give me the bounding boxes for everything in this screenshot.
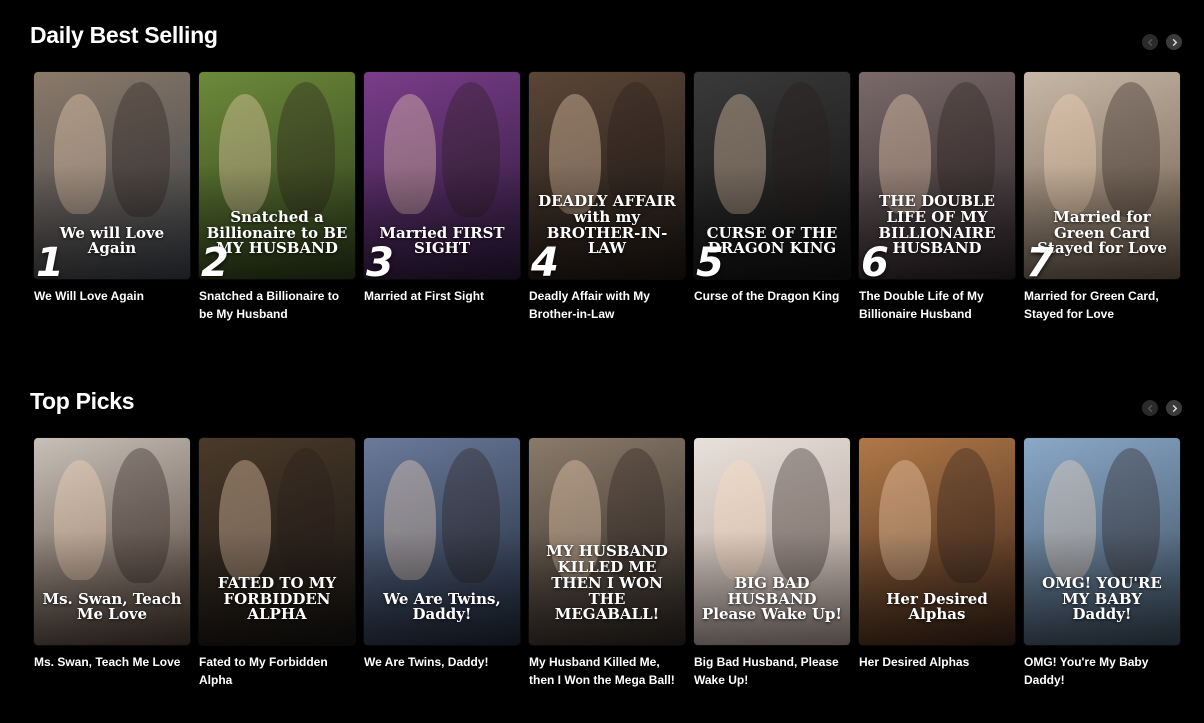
book-card[interactable]: Ms. Swan, Teach Me Love Ms. Swan, Teach M… <box>34 438 190 689</box>
book-card[interactable]: We will Love Again 1 We Will Love Again <box>34 72 190 323</box>
cover-title-art: FATED TO MY FORBIDDEN ALPHA <box>217 573 337 624</box>
cover-shade <box>364 531 520 645</box>
next-button[interactable] <box>1166 400 1182 416</box>
book-cover[interactable]: MY HUSBAND KILLED ME THEN I WON THE MEGA… <box>529 438 685 645</box>
book-cover[interactable]: BIG BAD HUSBAND Please Wake Up! <box>694 438 850 645</box>
book-card[interactable]: FATED TO MY FORBIDDEN ALPHA Fated to My F… <box>199 438 355 689</box>
book-title[interactable]: Snatched a Billionaire to be My Husband <box>199 287 349 323</box>
book-cover[interactable]: Her Desired Alphas <box>859 438 1015 645</box>
book-cover[interactable]: FATED TO MY FORBIDDEN ALPHA <box>199 438 355 645</box>
cover-title-art: Ms. Swan, Teach Me Love <box>42 589 182 624</box>
book-card[interactable]: CURSE OF THE DRAGON KING 5 Curse of the Dr… <box>694 72 850 323</box>
book-cover[interactable]: CURSE OF THE DRAGON KING 5 <box>694 72 850 279</box>
carousel-controls <box>1142 400 1182 416</box>
rank-number: 5 <box>696 240 724 279</box>
book-card[interactable]: Her Desired Alphas Her Desired Alphas <box>859 438 1015 689</box>
book-card[interactable]: DEADLY AFFAIR with my BROTHER-IN-LAW 4 Dea… <box>529 72 685 323</box>
book-title[interactable]: Fated to My Forbidden Alpha <box>199 653 349 689</box>
section-title: Daily Best Selling <box>30 22 218 48</box>
book-cover[interactable]: Married FIRST SIGHT 3 <box>364 72 520 279</box>
book-title[interactable]: Her Desired Alphas <box>859 653 1009 671</box>
book-title[interactable]: Deadly Affair with My Brother-in-Law <box>529 287 679 323</box>
book-cover[interactable]: DEADLY AFFAIR with my BROTHER-IN-LAW 4 <box>529 72 685 279</box>
cover-title-art: BIG BAD HUSBAND Please Wake Up! <box>701 573 843 624</box>
cover-shade <box>859 531 1015 645</box>
cover-title-art: We Are Twins, Daddy! <box>383 589 501 624</box>
page: Daily Best Selling We will Love Again 1 We… <box>0 0 1204 723</box>
book-card[interactable]: Married FIRST SIGHT 3 Married at First Sig… <box>364 72 520 323</box>
cover-title-art: Her Desired Alphas <box>886 589 988 624</box>
book-card[interactable]: We Are Twins, Daddy! We Are Twins, Daddy! <box>364 438 520 689</box>
carousel-controls <box>1142 34 1182 50</box>
rank-number: 2 <box>201 240 229 279</box>
rank-number: 3 <box>366 240 394 279</box>
book-cover[interactable]: Married for Green Card Stayed for Love 7 <box>1024 72 1180 279</box>
book-title[interactable]: We Will Love Again <box>34 287 184 305</box>
book-cover[interactable]: Ms. Swan, Teach Me Love <box>34 438 190 645</box>
chevron-right-icon <box>1172 404 1177 412</box>
book-cover[interactable]: We will Love Again 1 <box>34 72 190 279</box>
book-card[interactable]: MY HUSBAND KILLED ME THEN I WON THE MEGA… <box>529 438 685 689</box>
book-title[interactable]: Married for Green Card, Stayed for Love <box>1024 287 1174 323</box>
book-card[interactable]: THE DOUBLE LIFE OF MY BILLIONAIRE HUSBAN… <box>859 72 1015 323</box>
next-button[interactable] <box>1166 34 1182 50</box>
cover-title-art: MY HUSBAND KILLED ME THEN I WON THE MEGA… <box>546 542 668 624</box>
chevron-right-icon <box>1172 38 1177 46</box>
cover-shade <box>34 531 190 645</box>
cover-title-art: OMG! YOU'RE MY BABY Daddy! <box>1042 573 1162 624</box>
book-cover[interactable]: THE DOUBLE LIFE OF MY BILLIONAIRE HUSBAN… <box>859 72 1015 279</box>
book-row: We will Love Again 1 We Will Love Again Sna… <box>34 72 1180 323</box>
book-row: Ms. Swan, Teach Me Love Ms. Swan, Teach M… <box>34 438 1180 689</box>
book-title[interactable]: Curse of the Dragon King <box>694 287 844 305</box>
prev-button[interactable] <box>1142 400 1158 416</box>
rank-number: 4 <box>531 240 559 279</box>
book-title[interactable]: Ms. Swan, Teach Me Love <box>34 653 184 671</box>
book-title[interactable]: The Double Life of My Billionaire Husban… <box>859 287 1009 323</box>
chevron-left-icon <box>1147 38 1152 46</box>
book-cover[interactable]: OMG! YOU'RE MY BABY Daddy! <box>1024 438 1180 645</box>
book-title[interactable]: Married at First Sight <box>364 287 514 305</box>
book-title[interactable]: OMG! You're My Baby Daddy! <box>1024 653 1174 689</box>
section-title: Top Picks <box>30 388 135 414</box>
book-cover[interactable]: We Are Twins, Daddy! <box>364 438 520 645</box>
book-cover[interactable]: Snatched a Billionaire to BE MY HUSBAND 2 <box>199 72 355 279</box>
rank-number: 1 <box>36 240 64 279</box>
book-title[interactable]: My Husband Killed Me, then I Won the Meg… <box>529 653 679 689</box>
rank-number: 7 <box>1026 240 1054 279</box>
chevron-left-icon <box>1147 404 1152 412</box>
book-card[interactable]: Married for Green Card Stayed for Love 7 M… <box>1024 72 1180 323</box>
book-card[interactable]: OMG! YOU'RE MY BABY Daddy! OMG! You're My… <box>1024 438 1180 689</box>
prev-button[interactable] <box>1142 34 1158 50</box>
rank-number: 6 <box>861 240 889 279</box>
book-card[interactable]: Snatched a Billionaire to BE MY HUSBAND 2… <box>199 72 355 323</box>
book-title[interactable]: We Are Twins, Daddy! <box>364 653 514 671</box>
book-title[interactable]: Big Bad Husband, Please Wake Up! <box>694 653 844 689</box>
book-card[interactable]: BIG BAD HUSBAND Please Wake Up! Big Bad H… <box>694 438 850 689</box>
